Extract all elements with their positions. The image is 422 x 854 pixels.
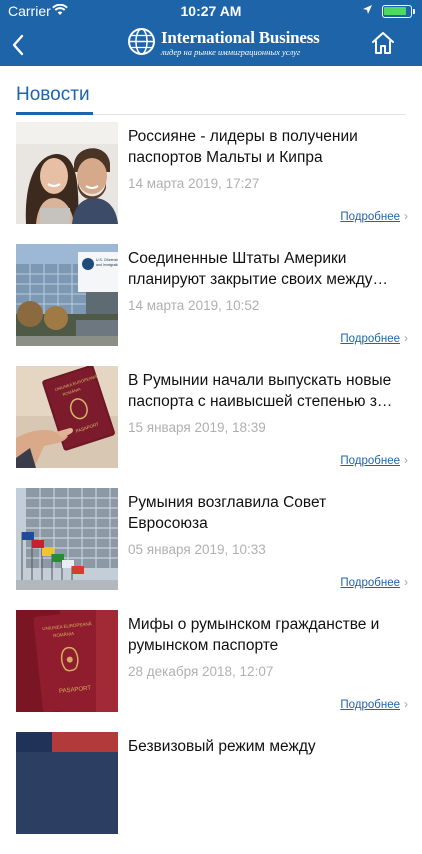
section-divider bbox=[93, 114, 406, 115]
app-header: Carrier 10:27 AM International Business … bbox=[0, 0, 422, 66]
location-arrow-icon bbox=[362, 3, 373, 19]
back-chevron-icon bbox=[12, 34, 24, 56]
news-date: 14 марта 2019, 10:52 bbox=[128, 298, 260, 313]
chevron-right-icon: › bbox=[404, 697, 408, 711]
svg-text:U.S. Citizenship: U.S. Citizenship bbox=[96, 258, 118, 262]
home-button[interactable] bbox=[370, 30, 396, 56]
chevron-right-icon: › bbox=[404, 575, 408, 589]
news-item[interactable]: Румыния возглавила Совет Евросоюза 05 ян… bbox=[16, 488, 408, 610]
logo-tagline: лидер на рынке иммиграционных услуг bbox=[161, 47, 301, 57]
news-item[interactable]: Безвизовый режим между bbox=[16, 732, 408, 854]
news-date: 28 декабря 2018, 12:07 bbox=[128, 664, 274, 679]
news-title[interactable]: В Румынии начали выпускать новые паспорт… bbox=[128, 370, 410, 412]
svg-text:and Immigration: and Immigration bbox=[96, 263, 118, 267]
company-logo: International Business лидер на рынке им… bbox=[128, 26, 320, 58]
news-item[interactable]: UNIUNEA EUROPEANĂ ROMÂNIA PAȘAPORT Мифы … bbox=[16, 610, 408, 732]
section-underline bbox=[16, 112, 93, 115]
news-title[interactable]: Соединенные Штаты Америки планируют закр… bbox=[128, 248, 410, 290]
read-more-link[interactable]: Подробнее › bbox=[340, 697, 408, 711]
news-thumbnail-romanian-passports[interactable]: UNIUNEA EUROPEANĂ ROMÂNIA PAȘAPORT bbox=[16, 610, 118, 712]
news-thumbnail-eu-flags[interactable] bbox=[16, 488, 118, 590]
home-icon bbox=[372, 32, 394, 54]
news-thumbnail-couple[interactable] bbox=[16, 122, 118, 224]
read-more-link[interactable]: Подробнее › bbox=[340, 209, 408, 223]
back-button[interactable] bbox=[6, 30, 32, 60]
news-date: 15 января 2019, 18:39 bbox=[128, 420, 266, 435]
read-more-link[interactable]: Подробнее › bbox=[340, 331, 408, 345]
news-item[interactable]: UNIUNEA EUROPEANĂ ROMÂNIA PAȘAPORT В Рум… bbox=[16, 366, 408, 488]
news-date: 05 января 2019, 10:33 bbox=[128, 542, 266, 557]
news-item[interactable]: Россияне - лидеры в получении паспортов … bbox=[16, 122, 408, 244]
news-title[interactable]: Безвизовый режим между bbox=[128, 736, 410, 757]
news-title[interactable]: Румыния возглавила Совет Евросоюза bbox=[128, 492, 410, 534]
battery-icon bbox=[382, 5, 415, 18]
status-bar: Carrier 10:27 AM bbox=[0, 0, 422, 22]
news-title[interactable]: Мифы о румынском гражданстве и румынском… bbox=[128, 614, 410, 656]
news-thumbnail-partial[interactable] bbox=[16, 732, 118, 834]
section-title: Новости bbox=[16, 84, 90, 105]
chevron-right-icon: › bbox=[404, 453, 408, 467]
globe-logo-icon bbox=[128, 28, 155, 55]
read-more-link[interactable]: Подробнее › bbox=[340, 453, 408, 467]
chevron-right-icon: › bbox=[404, 209, 408, 223]
news-title[interactable]: Россияне - лидеры в получении паспортов … bbox=[128, 126, 410, 168]
chevron-right-icon: › bbox=[404, 331, 408, 345]
news-thumbnail-uscis-building[interactable]: U.S. Citizenship and Immigration bbox=[16, 244, 118, 346]
news-date: 14 марта 2019, 17:27 bbox=[128, 176, 260, 191]
read-more-link[interactable]: Подробнее › bbox=[340, 575, 408, 589]
logo-title: International Business bbox=[161, 28, 320, 47]
news-item[interactable]: U.S. Citizenship and Immigration Соедине… bbox=[16, 244, 408, 366]
news-thumbnail-passport-hand[interactable]: UNIUNEA EUROPEANĂ ROMÂNIA PAȘAPORT bbox=[16, 366, 118, 468]
clock: 10:27 AM bbox=[180, 3, 242, 19]
